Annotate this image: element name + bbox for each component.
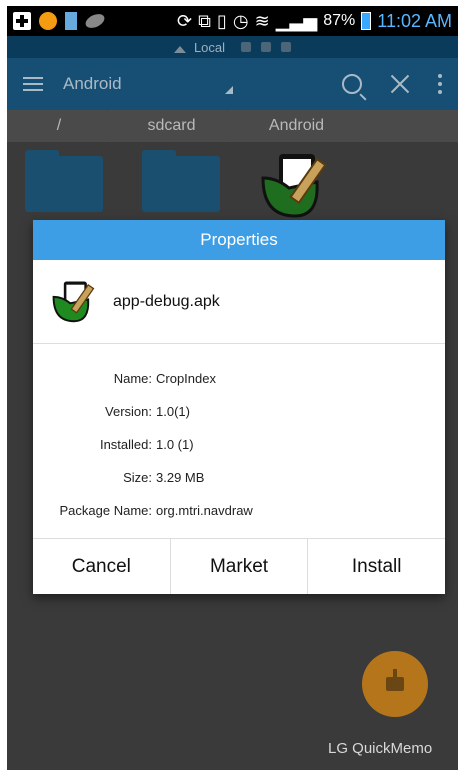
property-row: Version: 1.0(1)	[33, 395, 445, 428]
property-key: Name:	[113, 371, 152, 386]
property-value: 1.0 (1)	[156, 437, 194, 452]
screen: ⟳ ⧉ ▯ ◷ ≋ ▁▃▅ 87% 11:02 AM Local Android…	[7, 6, 458, 770]
property-row: Package Name: org.mtri.navdraw	[33, 494, 445, 527]
dialog-file-header: app-debug.apk	[33, 260, 445, 344]
breadcrumb-item-sdcard[interactable]: sdcard	[112, 110, 241, 142]
signal-icon: ▁▃▅	[275, 11, 318, 31]
properties-list: Name: CropIndex Version: 1.0(1) Installe…	[33, 344, 445, 536]
properties-dialog: Properties app-debug.apk Name: CropIndex…	[33, 220, 446, 594]
vibrate-icon: ▯	[217, 11, 227, 31]
folder-icon[interactable]	[142, 150, 220, 212]
device-frame: ⟳ ⧉ ▯ ◷ ≋ ▁▃▅ 87% 11:02 AM Local Android…	[0, 0, 465, 776]
sync-icon: ⟳	[177, 11, 193, 31]
add-notification-icon	[13, 12, 31, 30]
location-label[interactable]: Local	[194, 40, 225, 55]
quickmemo-button[interactable]	[362, 651, 428, 717]
cancel-button[interactable]: Cancel	[33, 539, 171, 594]
property-row: Name: CropIndex	[33, 362, 445, 395]
property-key: Installed:	[99, 437, 152, 452]
clock: 11:02 AM	[377, 10, 452, 31]
home-icon[interactable]	[173, 41, 186, 53]
apk-file-icon[interactable]	[259, 152, 337, 220]
nfc-icon: ⧉	[198, 11, 211, 31]
battery-icon	[361, 12, 372, 30]
property-value: 1.0(1)	[156, 404, 190, 419]
location-icons	[241, 42, 292, 52]
cloud-icon[interactable]	[261, 42, 272, 52]
battery-saver-icon	[65, 12, 77, 30]
breadcrumb-item-android[interactable]: Android	[232, 110, 371, 142]
market-button[interactable]: Market	[170, 539, 309, 594]
alarm-icon: ◷	[232, 11, 249, 31]
location-bar: Local	[7, 36, 458, 58]
bookmark-icon[interactable]	[281, 42, 292, 52]
app-notification-icon	[39, 12, 57, 30]
folder-icon[interactable]	[25, 150, 103, 212]
pen-icon	[386, 669, 404, 691]
file-name: app-debug.apk	[113, 292, 220, 310]
leaf-notification-icon	[83, 11, 107, 31]
more-options-icon[interactable]	[438, 74, 442, 94]
install-button[interactable]: Install	[308, 539, 446, 594]
property-row: Size: 3.29 MB	[33, 461, 445, 494]
property-row: Installed: 1.0 (1)	[33, 428, 445, 461]
dialog-buttons: Cancel Market Install	[33, 538, 446, 594]
property-key: Package Name:	[59, 503, 153, 518]
quickmemo-label: LG QuickMemo	[328, 740, 433, 757]
app-toolbar: Android	[7, 58, 458, 110]
menu-icon[interactable]	[23, 77, 43, 91]
breadcrumb: / sdcard Android	[7, 110, 458, 142]
property-value: 3.29 MB	[156, 470, 205, 485]
dialog-title: Properties	[33, 220, 445, 260]
toolbar-title[interactable]: Android	[63, 74, 342, 94]
property-key: Version:	[105, 404, 152, 419]
network-icon[interactable]	[241, 42, 252, 52]
toolbar-title-text: Android	[63, 74, 122, 93]
status-bar: ⟳ ⧉ ▯ ◷ ≋ ▁▃▅ 87% 11:02 AM	[7, 6, 458, 36]
close-icon[interactable]	[390, 74, 410, 94]
property-value: org.mtri.navdraw	[156, 503, 253, 518]
search-icon[interactable]	[342, 74, 362, 94]
wifi-icon: ≋	[254, 11, 270, 31]
battery-percent: 87%	[323, 12, 356, 29]
dropdown-triangle-icon	[225, 86, 233, 94]
apk-file-icon	[52, 280, 95, 322]
property-key: Size:	[123, 470, 152, 485]
breadcrumb-item-root[interactable]: /	[7, 110, 121, 142]
property-value: CropIndex	[156, 371, 216, 386]
